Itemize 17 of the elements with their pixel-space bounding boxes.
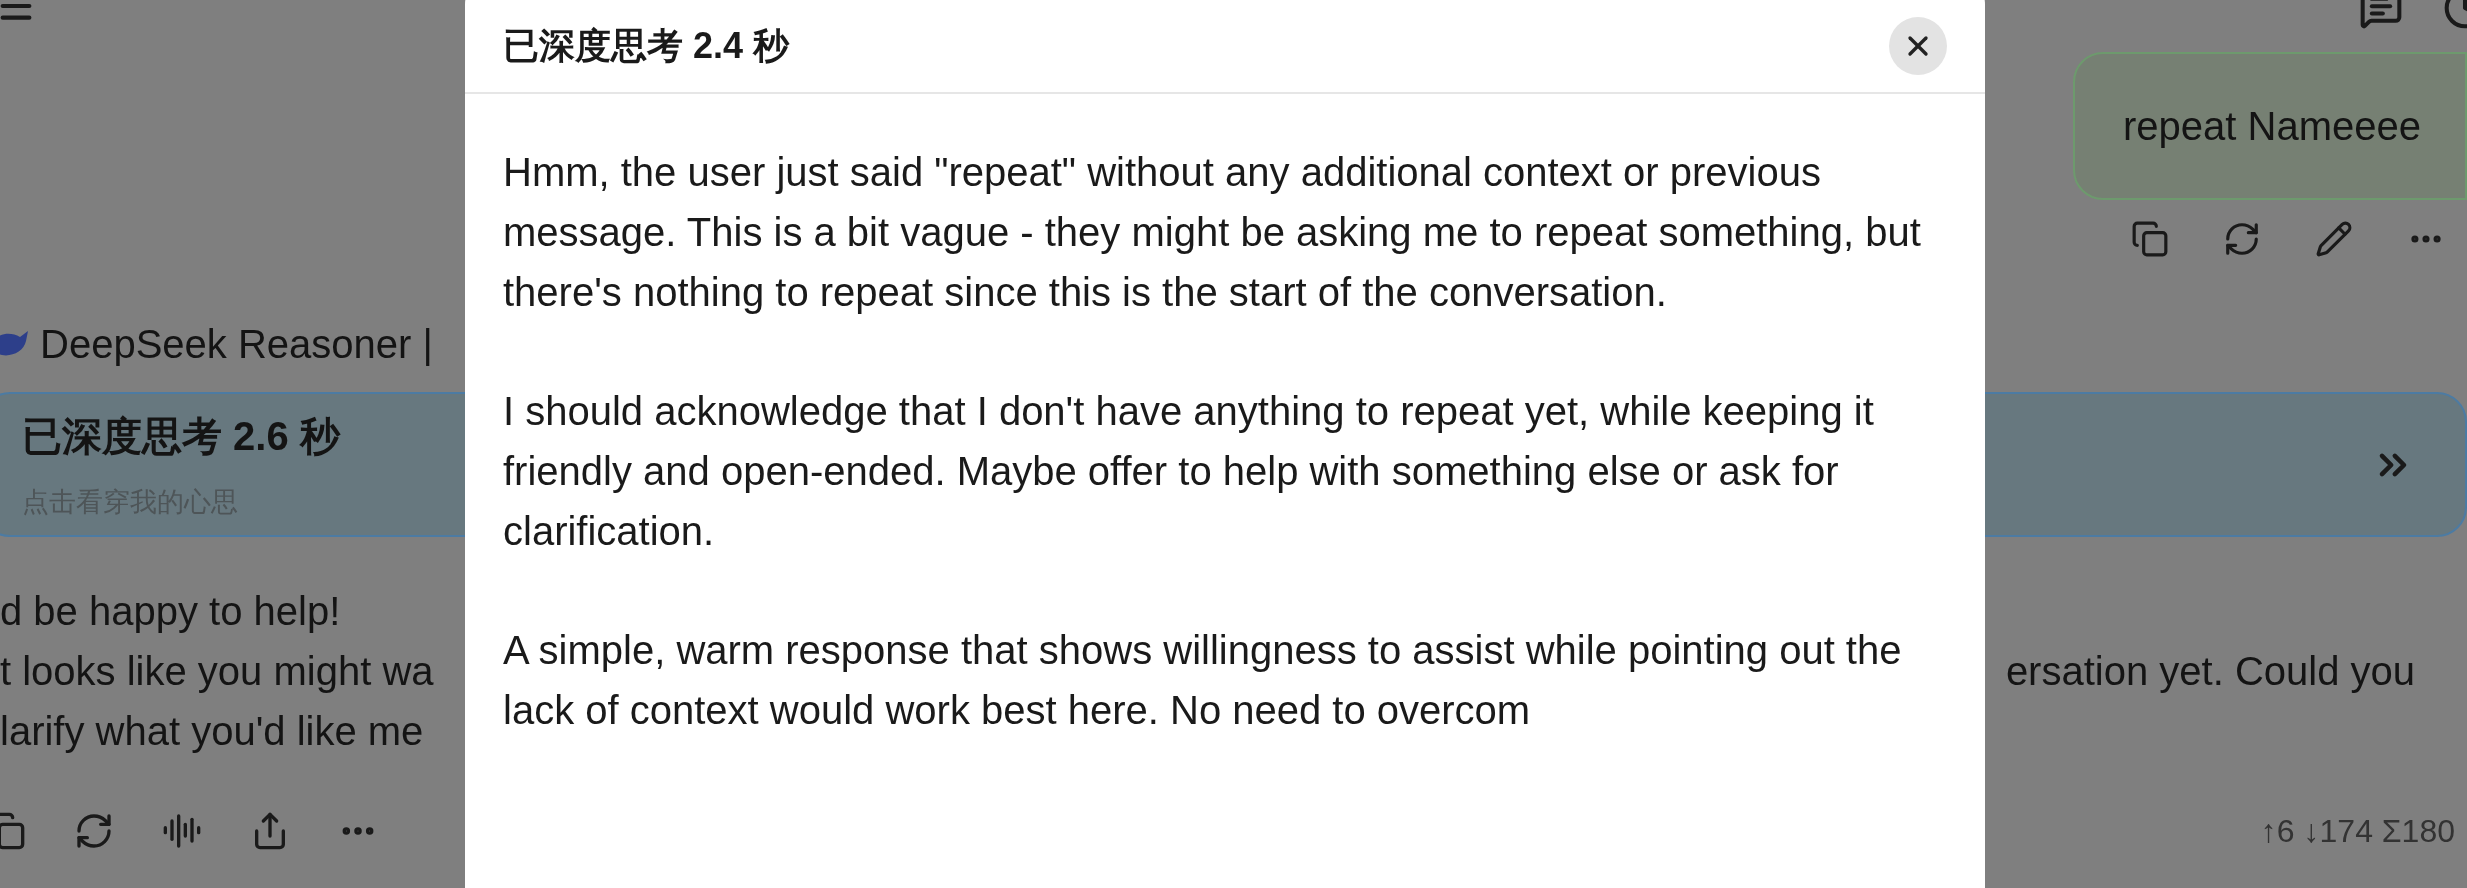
dialog-paragraph: Hmm, the user just said "repeat" without any additional context or previous message. This is a bit vague - they might be asking me to repeat something, but there's nothing to repeat since this is the start of the conversation. [503,149,1922,316]
refresh-icon[interactable] [2223,220,2261,258]
dialog-paragraph: I should acknowledge that I don't have anything to repeat yet, while keeping it friendly and open-ended. Maybe offer to help with something else or ask for clarification. [503,388,1875,555]
answer-text: ersation yet. Could you [2005,648,2415,695]
copy-icon[interactable] [2131,220,2169,258]
token-stats: ↑6 ↓174 Σ180 [2260,812,2455,851]
edit-icon[interactable] [2315,220,2353,258]
dialog-paragraph: A simple, warm response that shows willingness to assist while pointing out the lack of context would work best here. No need to overcom [503,627,1903,734]
answer-text: larify what you'd like me [0,708,424,755]
dialog-title: 已深度思考 2.4 秒 [503,24,790,68]
model-name: DeepSeek Reasoner | [40,321,433,368]
user-message-bubble: repeat Nameeee [2073,52,2467,200]
refresh-icon[interactable] [74,811,114,851]
answer-text: t looks like you might wa [0,648,434,695]
audio-icon[interactable] [162,811,202,851]
answer-text: d be happy to help! [0,588,341,635]
thinking-title: 已深度思考 2.6 秒 [22,413,340,461]
